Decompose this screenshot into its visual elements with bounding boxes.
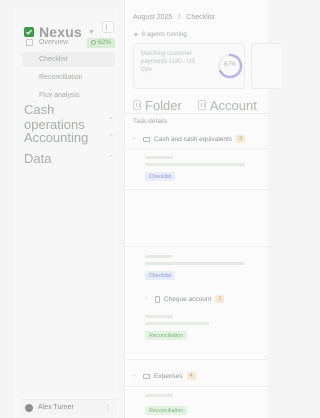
nav-item-overview[interactable]: Overview 62%: [22, 35, 115, 50]
section-cash-operations[interactable]: Cash operations ⌄: [24, 102, 114, 132]
collapse-sidebar-button[interactable]: [102, 21, 114, 33]
group-by-tabs: Folder Account: [133, 97, 257, 113]
nav-item-label: Flux analysis: [39, 92, 80, 99]
nav-item-flux-analysis[interactable]: Flux analysis: [22, 88, 115, 103]
divider: [125, 246, 269, 247]
divider: [125, 386, 269, 387]
sidebar: Nexus ▼ Overview 62% Checklist Reconcili…: [14, 8, 119, 418]
loading-placeholder: [145, 322, 209, 325]
user-menu[interactable]: Alex Turner ⋮: [22, 399, 117, 415]
chevron-right-icon: ›: [133, 136, 135, 142]
section-label: Data: [24, 150, 52, 166]
agents-status-label: 6 agents running: [141, 32, 187, 38]
tag-reconciliation: Reconciliation: [145, 406, 188, 415]
main-panel: August 2025 / Checklist ✦ 6 agents runni…: [124, 0, 281, 418]
breadcrumb: August 2025 / Checklist: [133, 14, 215, 21]
breadcrumb-current: Checklist: [186, 14, 215, 21]
chevron-up-icon: ⌃: [108, 134, 114, 141]
nav-item-reconciliation[interactable]: Reconciliation: [22, 70, 115, 85]
user-name: Alex Turner: [38, 404, 74, 411]
group-row-cash[interactable]: › Cash and cash equivalents 3: [133, 133, 246, 145]
chevron-right-icon: ›: [145, 296, 147, 302]
loading-placeholder: [145, 262, 245, 265]
breadcrumb-period[interactable]: August 2025: [133, 14, 172, 21]
grid-icon: [26, 39, 33, 46]
group-name: Expenses: [154, 372, 183, 380]
progress-ring-icon: [90, 40, 96, 45]
loading-placeholder: [145, 255, 173, 258]
group-row-cheque[interactable]: › Cheque account 1: [145, 293, 225, 305]
loading-placeholder: [145, 156, 173, 159]
sparkle-icon: ✦: [133, 32, 139, 39]
tag-reconciliation: Reconciliation: [145, 331, 188, 340]
group-name: Cheque account: [164, 295, 212, 303]
tab-account[interactable]: Account: [210, 98, 257, 113]
agent-task-card[interactable]: Matching customer payments 1180 - US Ops…: [133, 43, 245, 89]
nav-item-label: Reconciliation: [39, 74, 83, 81]
more-options-icon[interactable]: ⋮: [104, 404, 111, 412]
task-details-heading: Task details: [133, 118, 167, 125]
chevron-right-icon: ›: [133, 373, 135, 379]
agent-task-text: Matching customer payments 1180 - US Ops: [141, 51, 196, 73]
section-label: Cash operations: [24, 102, 85, 132]
tag-checklist: Checklist: [145, 172, 176, 181]
group-name: Cash and cash equivalents: [154, 135, 233, 143]
agents-status: ✦ 6 agents running: [133, 31, 187, 39]
nav-item-label: Overview: [39, 39, 69, 46]
folder-icon: [143, 373, 150, 379]
divider: [125, 359, 269, 360]
group-count: 1: [215, 295, 225, 303]
folder-tab-icon: [133, 100, 141, 110]
nav-item-label: Checklist: [39, 56, 68, 63]
group-count: 3: [236, 135, 246, 143]
chevron-down-icon: ⌄: [108, 114, 114, 121]
section-label: Accounting: [24, 129, 89, 145]
section-data[interactable]: Data ⌃: [24, 150, 114, 166]
account-tab-icon: [197, 100, 206, 110]
group-row-expenses[interactable]: › Expenses 4: [133, 370, 196, 382]
progress-badge: 62%: [86, 37, 115, 48]
divider: [125, 148, 269, 149]
loading-placeholder: [145, 394, 173, 397]
tag-checklist: Checklist: [145, 271, 176, 280]
folder-icon: [143, 136, 150, 142]
group-count: 4: [186, 372, 196, 380]
progress-badge-value: 62%: [97, 39, 111, 46]
progress-percent: 67%: [223, 62, 236, 68]
loading-placeholder: [145, 163, 245, 166]
avatar: [25, 403, 33, 412]
tab-folder[interactable]: Folder: [145, 98, 182, 113]
divider: [125, 189, 269, 190]
divider: [125, 113, 269, 114]
agent-task-card-next[interactable]: [251, 43, 281, 89]
document-icon: [155, 295, 160, 303]
loading-placeholder: [145, 315, 173, 318]
breadcrumb-separator: /: [178, 14, 181, 21]
section-accounting[interactable]: Accounting ⌃: [24, 129, 114, 145]
chevron-up-icon: ⌃: [108, 155, 114, 162]
nav-item-checklist[interactable]: Checklist: [22, 52, 115, 67]
